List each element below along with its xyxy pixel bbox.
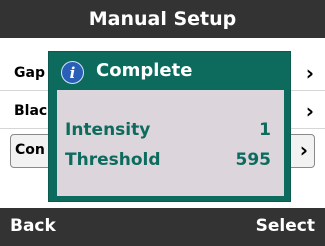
chevron-right-icon: › xyxy=(299,138,308,162)
back-softkey[interactable]: Back xyxy=(10,216,56,236)
result-label: Threshold xyxy=(65,150,161,170)
chevron-right-icon: › xyxy=(305,99,314,123)
screen: Manual Setup Gap › Blac › Con › i Comple… xyxy=(0,0,325,246)
select-softkey[interactable]: Select xyxy=(256,216,315,236)
page-title: Manual Setup xyxy=(88,8,237,30)
dialog-title: Complete xyxy=(96,60,193,81)
menu-item-label: Gap xyxy=(14,65,45,81)
menu-item-label: Con xyxy=(15,142,45,158)
dialog-header: i Complete xyxy=(49,52,290,88)
result-value: 595 xyxy=(235,150,272,170)
menu-item-label: Blac xyxy=(14,103,48,119)
softkey-bar: Back Select xyxy=(0,208,325,246)
chevron-right-icon: › xyxy=(305,61,314,85)
info-icon: i xyxy=(61,61,84,84)
result-value: 1 xyxy=(259,120,271,140)
dialog-body: Intensity 1 Threshold 595 xyxy=(57,90,284,196)
complete-dialog: i Complete Intensity 1 Threshold 595 xyxy=(48,51,291,202)
title-bar: Manual Setup xyxy=(0,0,325,38)
result-label: Intensity xyxy=(65,120,151,140)
